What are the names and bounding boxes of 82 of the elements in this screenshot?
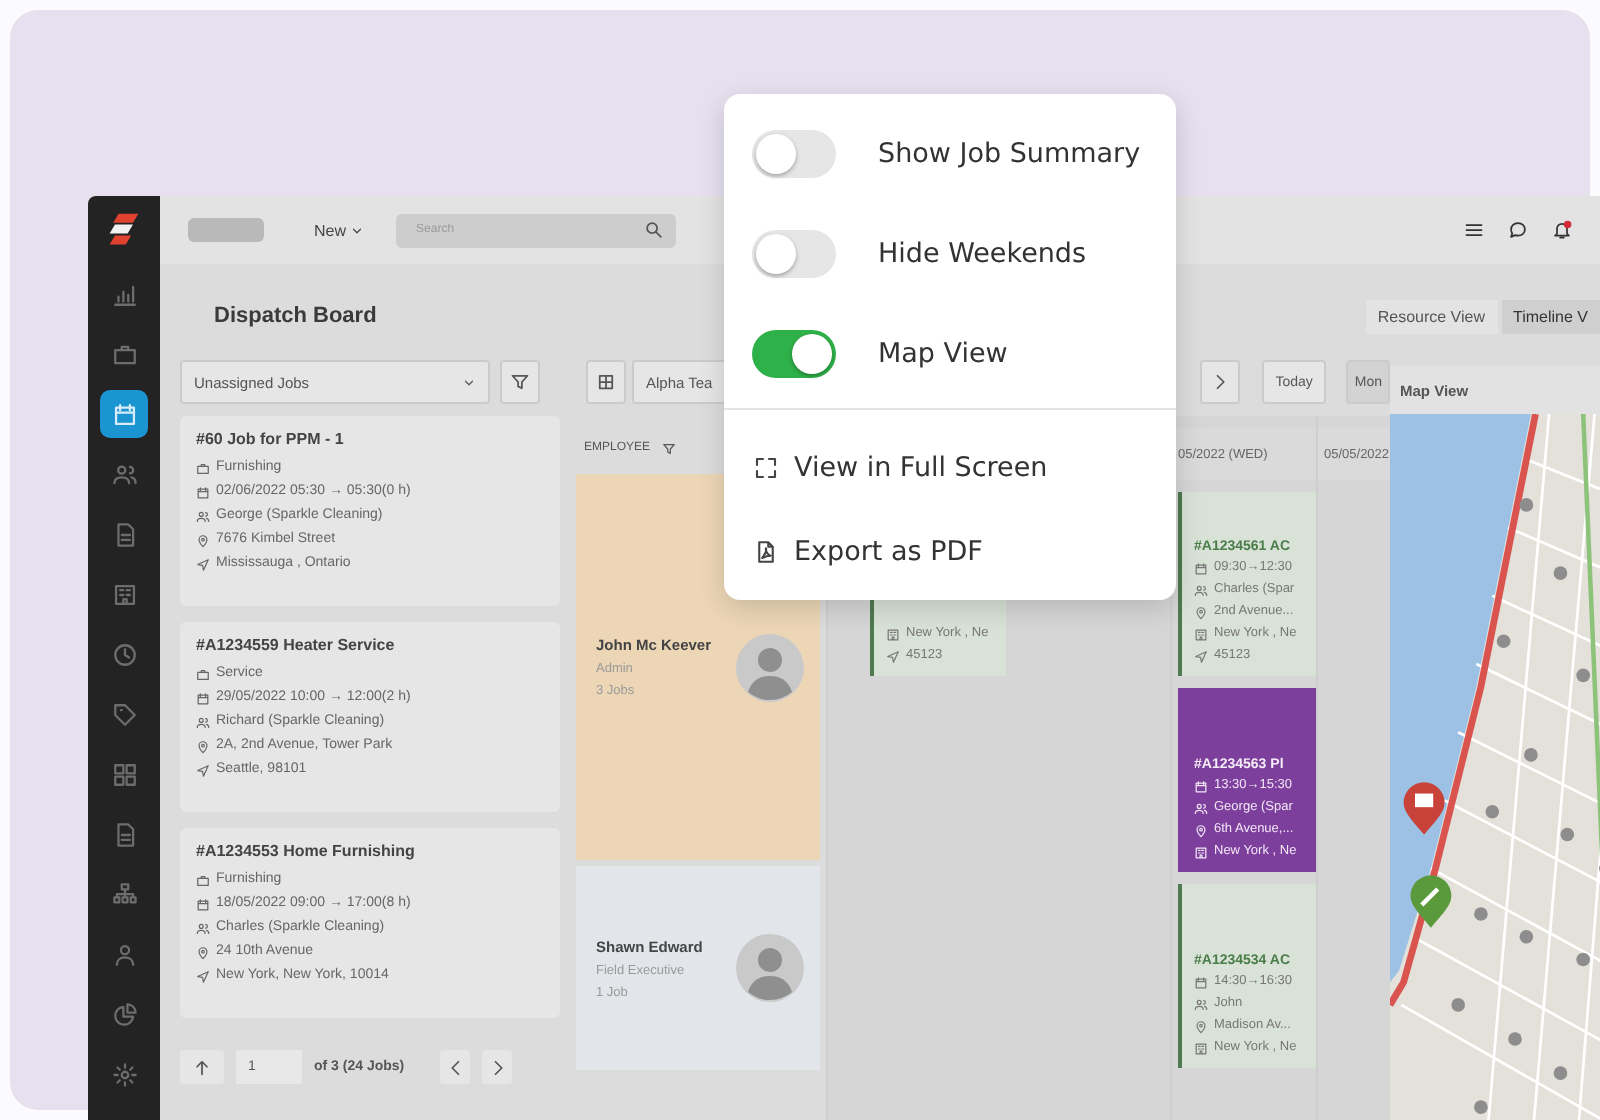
briefcase-icon [111,341,137,367]
pin-icon [1194,823,1208,837]
people-icon [111,461,137,487]
navigation-arrow-icon [886,649,900,663]
filter-button[interactable] [500,360,540,404]
job-title: #A1234559 Heater Service [196,636,397,654]
menu-icon[interactable] [1464,220,1484,240]
pin-icon [196,945,210,959]
clock-icon [111,641,137,667]
view-tab[interactable]: Resource View [1365,299,1497,333]
logo-placeholder [188,218,264,242]
calendar-icon [196,897,210,911]
map-pin-icon[interactable] [1410,875,1452,928]
toggle-switch[interactable] [752,330,836,378]
arrow-up-icon [192,1057,212,1077]
calendar-icon [1194,779,1208,793]
building-icon [111,581,137,607]
briefcase-icon [196,873,210,887]
sidebar-item[interactable] [100,390,148,438]
logo-drawing [106,212,142,248]
filter-icon [510,372,530,392]
org-chart-icon [111,881,137,907]
briefcase-icon [196,461,210,475]
next-button[interactable] [1199,360,1240,404]
pin-icon [196,533,210,547]
document-icon [111,521,137,547]
chat-icon[interactable] [1508,220,1528,240]
building-icon [1194,845,1208,859]
pdf-icon [754,540,778,564]
view-tab[interactable]: Timeline V [1501,299,1600,333]
next-page-button[interactable] [482,1050,513,1084]
tag-icon [111,701,137,727]
avatar-placeholder [736,633,804,701]
navigation-arrow-icon [196,557,210,571]
toggle-switch[interactable] [752,230,836,278]
navigation-arrow-icon [196,763,210,777]
navigation-arrow-icon [1194,649,1208,663]
filter-icon[interactable] [662,441,677,455]
calendar-icon [1194,975,1208,989]
document-icon [111,821,137,847]
bar-chart-icon [111,281,137,307]
page-title: Dispatch Board [214,304,377,328]
grid-icon [111,761,137,787]
scroll-top-button[interactable] [180,1050,224,1084]
previous-page-button[interactable] [440,1050,471,1084]
toggle-label: Map View [878,338,1008,370]
people-icon [1194,997,1208,1011]
layout-button[interactable] [586,360,626,404]
pin-icon [1194,605,1208,619]
pin-icon [1194,1019,1208,1033]
building-icon [1194,627,1208,641]
job-title: #60 Job for PPM - 1 [196,430,346,448]
pie-chart-icon [111,1001,137,1027]
people-icon [196,715,210,729]
people-icon [196,509,210,523]
building-icon [1194,1041,1208,1055]
bell-icon[interactable] [1552,220,1572,240]
person-icon [111,941,137,967]
people-icon [1194,583,1208,597]
navigation-arrow-icon [196,969,210,983]
toggle-switch[interactable] [752,130,836,178]
job-title: #A1234553 Home Furnishing [196,842,417,860]
grid-icon [596,372,616,392]
briefcase-icon [196,667,210,681]
people-icon [196,921,210,935]
expand-icon [754,456,778,480]
calendar-icon [196,485,210,499]
caret-icon [462,375,476,389]
map-pin-icon[interactable] [1403,782,1445,835]
search-icon [644,220,665,240]
toggle-label: Hide Weekends [878,238,1087,270]
pin-icon [196,739,210,753]
toggle-label: Show Job Summary [878,138,1141,170]
calendar-icon [1194,561,1208,575]
new-menu-button[interactable]: New [314,221,365,239]
settings-icon [111,1061,137,1087]
people-icon [1194,801,1208,815]
calendar-icon [111,401,137,427]
caret-icon [350,223,365,237]
avatar-placeholder [736,934,804,1002]
building-icon [886,627,900,641]
calendar-icon [196,691,210,705]
